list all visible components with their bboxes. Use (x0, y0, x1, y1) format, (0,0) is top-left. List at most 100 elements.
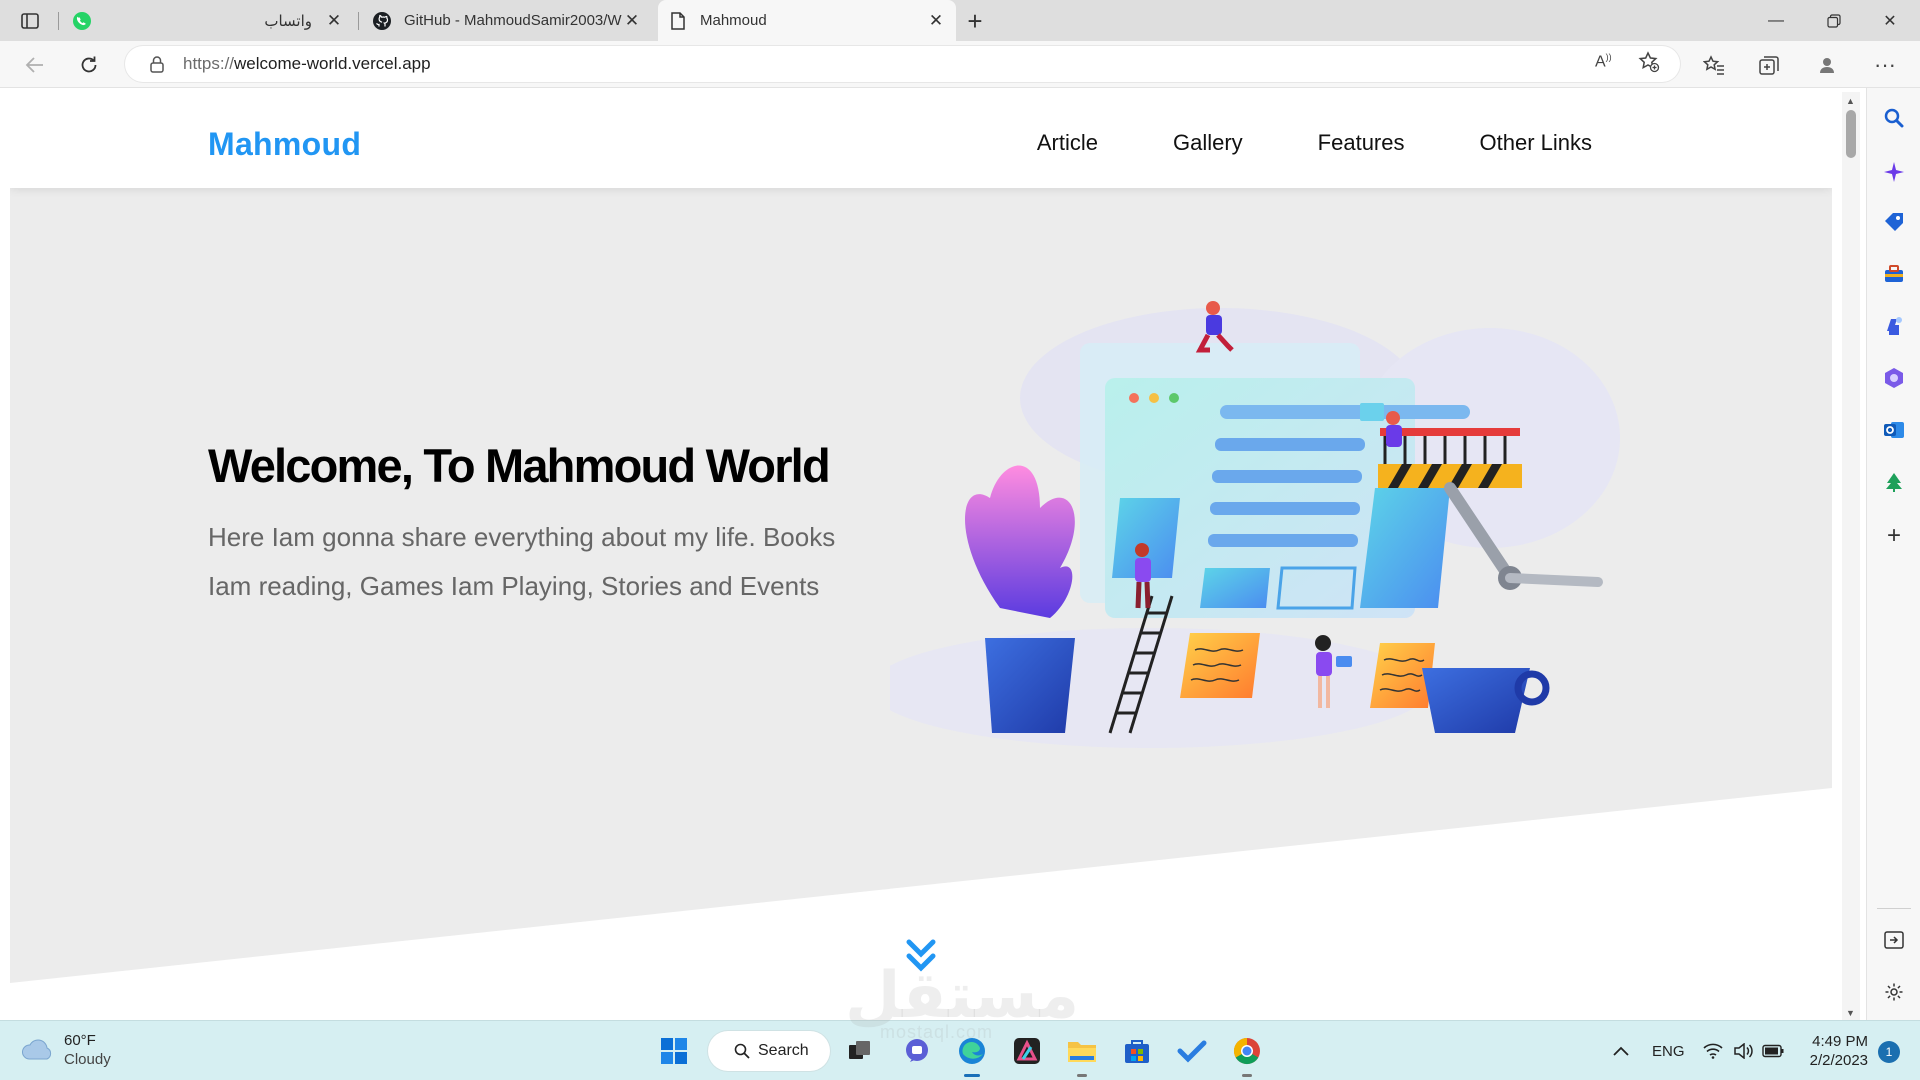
windows-logo-icon (661, 1038, 687, 1064)
close-tab-icon[interactable]: ✕ (324, 11, 344, 31)
browser-toolbar: https://welcome-world.vercel.app A)) ··· (0, 41, 1920, 88)
tab-mahmoud[interactable]: Mahmoud ✕ (658, 0, 956, 41)
tab-github[interactable]: GitHub - MahmoudSamir2003/W ✕ (362, 0, 652, 41)
plus-icon: + (1886, 522, 1901, 549)
refresh-button[interactable] (73, 49, 105, 81)
web-page: Mahmoud Article Gallery Features Other L… (10, 98, 1832, 1020)
search-label: Search (758, 1042, 809, 1059)
hero-description: Here Iam gonna share everything about my… (208, 522, 836, 601)
new-tab-button[interactable]: + (960, 6, 990, 36)
tab-title: GitHub - MahmoudSamir2003/W (404, 12, 622, 29)
wifi-status[interactable] (1703, 1021, 1723, 1080)
collections-icon (1759, 56, 1779, 75)
site-navbar: Mahmoud Article Gallery Features Other L… (10, 98, 1832, 188)
start-button[interactable] (654, 1031, 694, 1071)
lock-icon[interactable] (137, 46, 177, 82)
content-block (1200, 568, 1270, 608)
settings-menu-button[interactable]: ··· (1869, 49, 1901, 81)
sticky-note (1180, 633, 1260, 698)
url-host: welcome-world.vercel.app (234, 54, 431, 73)
watermark-subtext: mostaql.com (880, 1022, 994, 1042)
tree-icon (1886, 473, 1902, 492)
sidebar-hide-button[interactable] (1880, 926, 1908, 954)
restore-button[interactable] (1802, 0, 1866, 41)
add-favorite-icon[interactable] (1637, 50, 1661, 79)
sidebar-drop-button[interactable] (1880, 468, 1908, 496)
content-line (1215, 438, 1365, 451)
speaker-icon (1734, 1043, 1753, 1059)
notification-badge[interactable]: 1 (1878, 1041, 1900, 1063)
nav-link-features[interactable]: Features (1318, 130, 1405, 156)
outlook-icon (1884, 422, 1904, 438)
close-tab-icon[interactable]: ✕ (926, 11, 946, 31)
site-nav-links: Article Gallery Features Other Links (962, 98, 1592, 188)
window-dot (1129, 393, 1139, 403)
task-view-button[interactable] (840, 1031, 880, 1071)
sidebar-search-button[interactable] (1880, 104, 1908, 132)
close-window-button[interactable]: ✕ (1858, 0, 1920, 41)
sidebar-settings-button[interactable] (1880, 978, 1908, 1006)
gear-icon (1885, 983, 1903, 1001)
sidebar-tools-button[interactable] (1880, 260, 1908, 288)
tab-actions-icon (21, 13, 39, 29)
task-view-icon (849, 1041, 870, 1059)
scroll-up-arrow-icon[interactable]: ▲ (1846, 96, 1855, 106)
store-button[interactable] (1117, 1031, 1157, 1071)
show-hidden-icons-button[interactable] (1612, 1021, 1630, 1080)
minimize-icon: — (1768, 11, 1784, 29)
back-button[interactable] (19, 49, 51, 81)
wifi-icon (1703, 1043, 1723, 1059)
hide-sidebar-icon (1884, 931, 1904, 949)
close-tab-icon[interactable]: ✕ (622, 11, 642, 31)
scroll-down-arrow-icon[interactable]: ▼ (1846, 1008, 1855, 1018)
collections-button[interactable] (1753, 49, 1785, 81)
weather-condition: Cloudy (64, 1051, 111, 1068)
favorites-button[interactable] (1698, 49, 1730, 81)
volume-status[interactable] (1733, 1021, 1753, 1080)
nav-link-gallery[interactable]: Gallery (1173, 130, 1243, 156)
tab-actions-button[interactable] (16, 9, 44, 33)
sidebar-games-button[interactable] (1880, 312, 1908, 340)
chrome-taskbar-button[interactable] (1227, 1031, 1267, 1077)
coffee-mug (1422, 668, 1530, 733)
sidebar-office-button[interactable] (1880, 364, 1908, 392)
chevron-up-icon (1613, 1046, 1629, 1056)
weather-temperature: 60°F (64, 1032, 96, 1049)
clock-date: 2/2/2023 (1809, 1052, 1868, 1069)
input-language[interactable]: ENG (1652, 1021, 1685, 1080)
sidebar-shopping-button[interactable] (1880, 208, 1908, 236)
content-block (1360, 488, 1450, 608)
refresh-icon (81, 56, 97, 73)
close-icon: ✕ (1883, 12, 1897, 30)
url-text: https://welcome-world.vercel.app (183, 54, 431, 74)
profile-button[interactable] (1811, 49, 1843, 81)
sparkle-icon (1884, 162, 1904, 182)
weather-widget[interactable]: 60°F Cloudy (20, 1031, 111, 1069)
scrollbar-thumb[interactable] (1846, 110, 1856, 158)
page-scrollbar[interactable]: ▲ ▼ (1842, 92, 1860, 1020)
hero-illustration (890, 301, 1620, 748)
page-viewport: Mahmoud Article Gallery Features Other L… (0, 88, 1866, 1020)
sidebar-add-button[interactable]: + (1880, 522, 1908, 550)
sidebar-outlook-button[interactable] (1880, 416, 1908, 444)
content-line (1208, 534, 1358, 547)
affinity-taskbar-button[interactable] (1007, 1031, 1047, 1071)
affinity-icon (1014, 1038, 1040, 1064)
toolbox-icon (1885, 265, 1903, 282)
battery-icon (1762, 1044, 1784, 1058)
taskbar-search[interactable]: Search (708, 1031, 830, 1071)
minimize-button[interactable]: — (1744, 0, 1808, 41)
battery-status[interactable] (1762, 1021, 1784, 1080)
nav-link-article[interactable]: Article (1037, 130, 1098, 156)
site-logo[interactable]: Mahmoud (208, 126, 361, 163)
taskbar-clock[interactable]: 4:49 PM 2/2/2023 (1796, 1032, 1868, 1070)
running-app-indicator (1077, 1074, 1087, 1077)
address-bar[interactable]: https://welcome-world.vercel.app A)) (125, 46, 1680, 82)
nav-link-other-links[interactable]: Other Links (1480, 130, 1593, 156)
office-icon (1885, 368, 1903, 388)
file-explorer-button[interactable] (1062, 1031, 1102, 1077)
todo-button[interactable] (1172, 1031, 1212, 1071)
sidebar-copilot-button[interactable] (1880, 158, 1908, 186)
tab-whatsapp[interactable]: واتساب ✕ (62, 0, 354, 41)
read-aloud-icon[interactable]: A)) (1595, 52, 1612, 71)
